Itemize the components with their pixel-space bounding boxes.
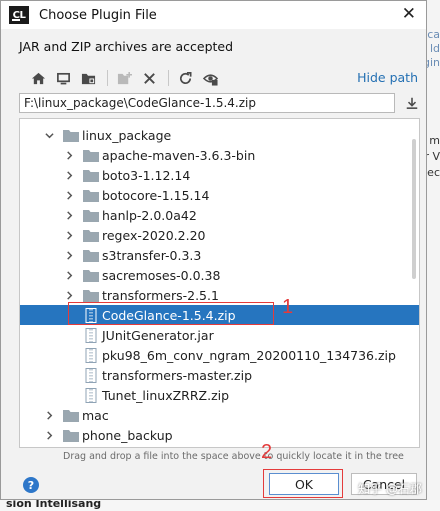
accepted-formats-hint: JAR and ZIP archives are accepted bbox=[19, 39, 234, 54]
chevron-right-icon[interactable] bbox=[64, 230, 74, 240]
file-tree[interactable]: linux_package apache-maven-3.6.3-bin boto3… bbox=[19, 118, 420, 448]
folder-icon bbox=[63, 409, 79, 422]
chevron-right-icon[interactable] bbox=[64, 170, 74, 180]
folder-icon bbox=[63, 429, 79, 442]
tree-item-label: linux_package bbox=[82, 127, 172, 143]
folder-icon bbox=[83, 169, 99, 182]
folder-icon bbox=[83, 149, 99, 162]
archive-file-icon bbox=[85, 347, 97, 363]
tree-item-label: hanlp-2.0.0a42 bbox=[102, 207, 197, 223]
tree-item-label: botocore-1.15.14 bbox=[102, 187, 210, 203]
tree-folder-item[interactable]: apache-maven-3.6.3-bin bbox=[20, 145, 419, 165]
file-toolbar bbox=[27, 67, 224, 89]
tree-file-item[interactable]: JUnitGenerator.jar bbox=[20, 325, 419, 345]
chevron-down-icon[interactable] bbox=[44, 130, 54, 140]
folder-icon bbox=[63, 129, 79, 142]
chevron-right-icon[interactable] bbox=[64, 290, 74, 300]
background-text: ca bbox=[427, 28, 440, 41]
drag-drop-hint: Drag and drop a file into the space abov… bbox=[63, 451, 404, 462]
tree-file-item[interactable]: Tunet_linuxZRRZ.zip bbox=[20, 385, 419, 405]
tree-folder-item[interactable]: botocore-1.15.14 bbox=[20, 185, 419, 205]
delete-icon[interactable] bbox=[138, 68, 160, 88]
refresh-icon[interactable] bbox=[174, 68, 196, 88]
chevron-right-icon[interactable] bbox=[44, 410, 54, 420]
tree-folder-item[interactable]: sacremoses-0.0.38 bbox=[20, 265, 419, 285]
tree-item-label: pku98_6m_conv_ngram_20200110_134736.zip bbox=[102, 347, 396, 363]
desktop-icon[interactable] bbox=[52, 68, 74, 88]
tree-item-label: JUnitGenerator.jar bbox=[102, 327, 214, 343]
tree-item-label: apache-maven-3.6.3-bin bbox=[102, 147, 256, 163]
tree-item-label: Tunet_linuxZRRZ.zip bbox=[102, 387, 230, 403]
tree-folder-item[interactable]: s3transfer-0.3.3 bbox=[20, 245, 419, 265]
folder-icon bbox=[83, 289, 99, 302]
help-button[interactable]: ? bbox=[23, 477, 39, 493]
path-input[interactable]: F:\linux_package\CodeGlance-1.5.4.zip bbox=[19, 93, 395, 113]
title-bar: CL Choose Plugin File ✕ bbox=[1, 1, 426, 29]
folder-icon bbox=[83, 269, 99, 282]
archive-file-icon bbox=[85, 327, 97, 343]
chevron-right-icon[interactable] bbox=[44, 430, 54, 440]
annotation-marker-1: 1 bbox=[282, 296, 294, 318]
choose-plugin-file-dialog: CL Choose Plugin File ✕ JAR and ZIP arch… bbox=[0, 0, 427, 500]
tree-item-label: mac bbox=[82, 407, 109, 423]
folder-icon bbox=[83, 229, 99, 242]
tree-item-label: transformers-master.zip bbox=[102, 367, 253, 383]
chevron-right-icon[interactable] bbox=[64, 210, 74, 220]
tree-item-label: transformers-2.5.1 bbox=[102, 287, 219, 303]
background-text: ld bbox=[429, 42, 440, 55]
tree-folder-item[interactable]: phone_backup bbox=[20, 425, 419, 445]
tree-file-item[interactable]: pku98_6m_conv_ngram_20200110_134736.zip bbox=[20, 345, 419, 365]
annotation-box-1 bbox=[68, 302, 274, 325]
toolbar-separator bbox=[107, 70, 108, 86]
archive-file-icon bbox=[85, 367, 97, 383]
new-folder-icon[interactable] bbox=[113, 68, 135, 88]
background-text: m bbox=[429, 134, 440, 147]
tree-item-label: s3transfer-0.3.3 bbox=[102, 247, 202, 263]
tree-item-label: regex-2020.2.20 bbox=[102, 227, 206, 243]
folder-icon bbox=[83, 249, 99, 262]
download-icon[interactable] bbox=[403, 94, 421, 112]
tree-folder-item[interactable]: boto3-1.12.14 bbox=[20, 165, 419, 185]
toolbar-separator bbox=[168, 70, 169, 86]
annotation-marker-2: 2 bbox=[261, 441, 273, 463]
clion-app-icon: CL bbox=[9, 6, 29, 24]
tree-item-label: phone_backup bbox=[82, 427, 173, 443]
project-icon[interactable] bbox=[77, 68, 99, 88]
tree-file-item[interactable]: transformers-master.zip bbox=[20, 365, 419, 385]
show-hidden-icon[interactable] bbox=[199, 68, 221, 88]
hide-path-link[interactable]: Hide path bbox=[357, 70, 418, 85]
watermark: 知乎 @石郡 bbox=[358, 482, 422, 496]
chevron-right-icon[interactable] bbox=[64, 250, 74, 260]
background-strip bbox=[426, 0, 440, 511]
tree-folder-item[interactable]: linux_package bbox=[20, 125, 419, 145]
dialog-title: Choose Plugin File bbox=[39, 7, 157, 23]
close-icon[interactable]: ✕ bbox=[402, 4, 416, 24]
chevron-right-icon[interactable] bbox=[64, 190, 74, 200]
chevron-right-icon[interactable] bbox=[64, 150, 74, 160]
tree-folder-item[interactable]: regex-2020.2.20 bbox=[20, 225, 419, 245]
chevron-right-icon[interactable] bbox=[64, 270, 74, 280]
folder-icon bbox=[83, 209, 99, 222]
annotation-box-2 bbox=[263, 469, 343, 498]
tree-folder-item[interactable]: hanlp-2.0.0a42 bbox=[20, 205, 419, 225]
tree-item-label: sacremoses-0.0.38 bbox=[102, 267, 221, 283]
archive-file-icon bbox=[85, 387, 97, 403]
tree-folder-item[interactable]: mac bbox=[20, 405, 419, 425]
folder-icon bbox=[83, 189, 99, 202]
home-icon[interactable] bbox=[27, 68, 49, 88]
tree-item-label: boto3-1.12.14 bbox=[102, 167, 191, 183]
